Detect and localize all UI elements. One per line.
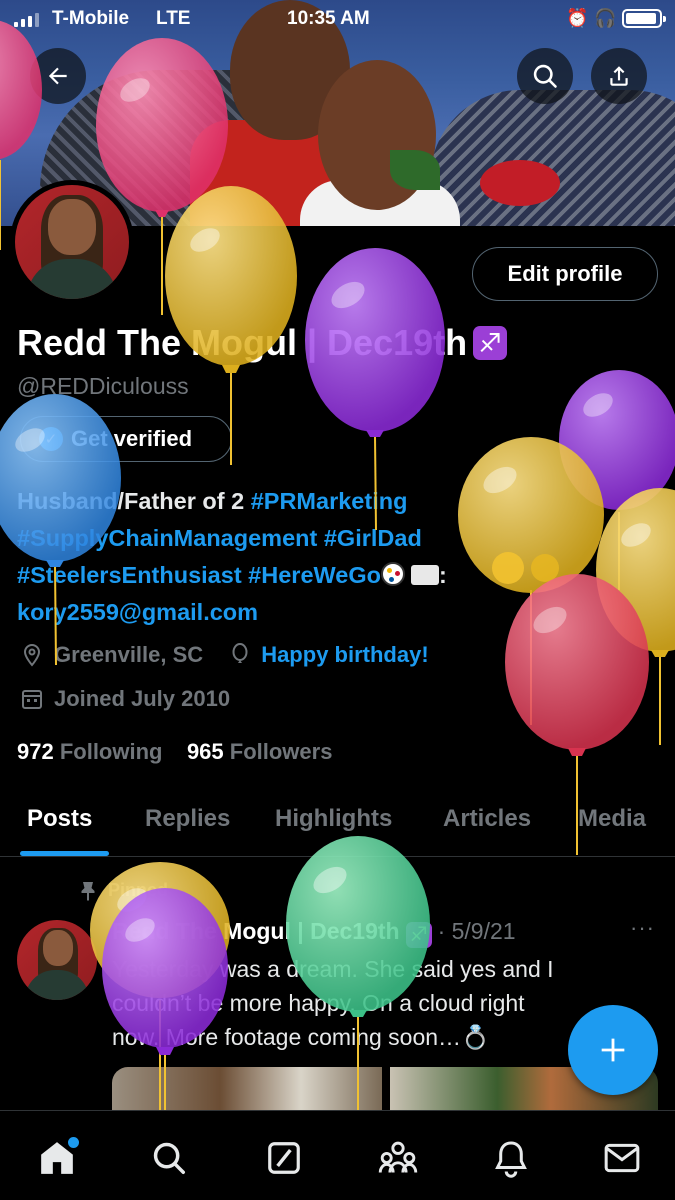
back-button[interactable] [30,48,86,104]
banner-photo-leaf [390,150,440,190]
nav-grok[interactable] [259,1133,309,1183]
alarm-icon: ⏰ [566,8,589,28]
calendar-icon [22,690,42,709]
verified-badge-icon: ✓ [39,427,63,451]
joined-date: Joined July 2010 [54,686,231,711]
profile-tabs: Posts Replies Highlights Articles Media [0,795,675,857]
sagittarius-emoji: ♐ [473,326,508,360]
battery-icon [622,9,666,28]
signal-strength-icon [14,11,39,27]
nav-explore[interactable] [144,1133,194,1183]
pinned-indicator: Pinned [80,880,168,901]
explore-search-icon [153,1142,185,1174]
post-author-avatar[interactable] [17,920,97,1000]
share-button[interactable] [591,48,647,104]
post-date[interactable]: · 5/9/21 [438,918,516,944]
nav-notifications[interactable] [486,1133,536,1183]
bottom-navigation [0,1110,675,1200]
balloon-icon [232,643,248,663]
pinned-label: Pinned [108,880,169,900]
status-bar: T-Mobile LTE 10:35 AM ⏰ 🎧 [0,0,675,38]
profile-meta-row: Greenville, SC Happy birthday! [20,642,429,668]
tab-posts[interactable]: Posts [27,805,92,833]
post-more-button[interactable]: ··· [630,915,655,941]
tab-highlights[interactable]: Highlights [275,805,392,833]
post-header: Redd The Mogul | Dec19th ♐ · 5/9/21 [112,918,516,948]
search-icon [533,64,557,88]
profile-bio: Husband/Father of 2 #PRMarketing #Supply… [17,483,657,631]
notifications-icon [495,1141,527,1178]
get-verified-label: Get verified [71,426,193,451]
location-pin-icon [23,643,41,667]
banner-photo-rose [480,160,560,206]
avatar-photo [15,185,129,299]
headphones-icon: 🎧 [594,8,617,28]
banner-photo-chair-right [430,90,675,226]
compose-plus-icon [601,1038,625,1062]
tab-media[interactable]: Media [578,805,646,833]
joined-row: Joined July 2010 [20,686,230,712]
sagittarius-emoji: ♐ [405,922,432,948]
tab-replies[interactable]: Replies [145,805,230,833]
display-name-text: Redd The Mogul | Dec19th [17,322,468,363]
profile-avatar[interactable] [10,180,134,304]
communities-icon [378,1141,418,1173]
envelope-emoji [410,565,439,585]
clock: 10:35 AM [287,8,370,29]
hashtag-link[interactable]: #PRMarketing [251,488,408,514]
post-text-line: couldn’t be more happy. On a cloud right [112,990,525,1016]
messages-icon [604,1143,640,1173]
back-arrow-icon [48,67,67,85]
bio-text: Husband/Father of 2 [17,488,251,514]
network-type: LTE [156,8,191,29]
steelers-logo-emoji [380,562,405,586]
nav-communities[interactable] [373,1133,423,1183]
birthday-link[interactable]: Happy birthday! [261,642,428,668]
nav-messages[interactable] [597,1133,647,1183]
notification-dot [68,1137,79,1148]
following-link[interactable]: 972 Following [17,739,162,764]
share-icon [610,66,628,86]
get-verified-button[interactable]: ✓ Get verified [20,416,232,462]
search-button[interactable] [517,48,573,104]
hashtag-link[interactable]: #SupplyChainManagement [17,525,317,551]
user-handle: @REDDiculouss [17,373,189,399]
nav-home[interactable] [32,1133,82,1183]
display-name: Redd The Mogul | Dec19th ♐ [17,322,508,364]
post-author-name[interactable]: Redd The Mogul | Dec19th [112,918,400,944]
followers-count: 965 [186,739,224,764]
post-text-line: Yesterday was a dream. She said yes and … [112,956,554,982]
email-link[interactable]: kory2559@gmail.com [17,599,258,625]
carrier-name: T-Mobile [52,8,130,29]
followers-link[interactable]: 965 Followers [187,739,333,764]
grok-icon [268,1142,300,1174]
location-text: Greenville, SC [54,642,204,667]
bio-text: : [438,562,447,588]
following-label: Following [53,739,163,764]
active-tab-indicator [20,851,109,856]
following-count: 972 [17,739,54,764]
follow-stats: 972 Following 965 Followers [17,739,332,765]
hashtag-link[interactable]: #SteelersEnthusiast [17,562,242,588]
followers-label: Followers [223,739,333,764]
edit-profile-button[interactable]: Edit profile [472,247,658,301]
hashtag-link[interactable]: #HereWeGo [242,562,381,588]
hashtag-link[interactable]: #GirlDad [317,525,422,551]
pin-icon [81,881,95,901]
compose-post-button[interactable] [568,1005,658,1095]
tab-articles[interactable]: Articles [443,805,531,833]
